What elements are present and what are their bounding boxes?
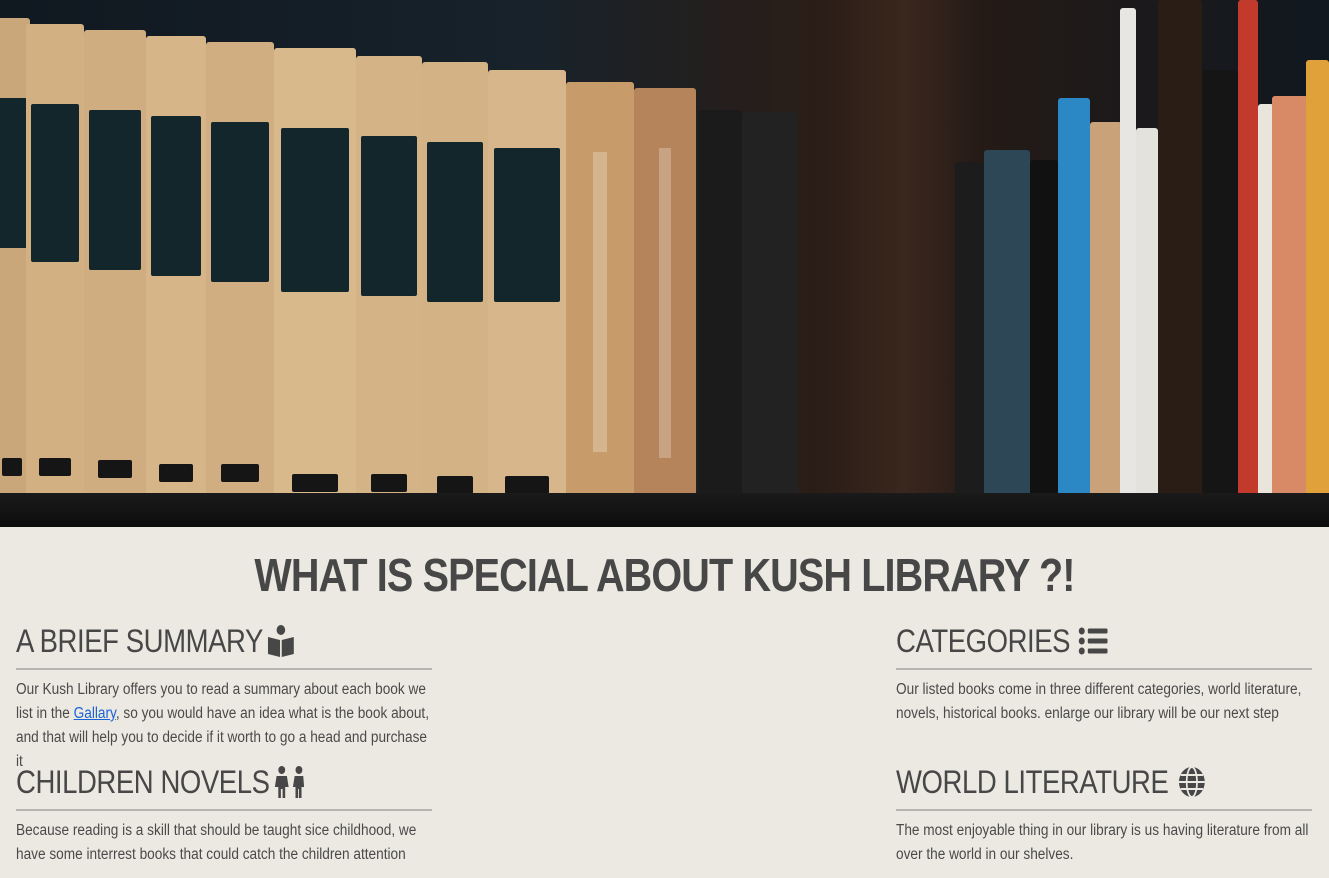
- globe-icon: [1177, 765, 1206, 799]
- book-spine: [634, 88, 696, 527]
- book-spine: [26, 24, 84, 496]
- world-text: The most enjoyable thing in our library …: [896, 822, 1309, 863]
- list-icon: [1079, 626, 1108, 656]
- book-spine: [1058, 98, 1090, 527]
- book-spine: [356, 56, 422, 508]
- world-literature-section: WORLD LITERATURE The most enjoyable thin…: [896, 761, 1312, 867]
- divider: [16, 809, 432, 811]
- hero-bookshelf-image: [0, 0, 1329, 527]
- children-text: Because reading is a skill that should b…: [16, 822, 417, 863]
- gallery-link[interactable]: Gallary: [74, 705, 116, 722]
- children-section: CHILDREN NOVELS Because reading is a ski…: [16, 761, 432, 867]
- book-spine: [422, 62, 488, 510]
- book-spine: [742, 112, 798, 527]
- book-spine: [566, 82, 634, 527]
- book-spine: [1272, 96, 1308, 527]
- children-title: CHILDREN NOVELS: [16, 763, 270, 800]
- book-spine: [1238, 0, 1258, 527]
- book-spine: [488, 70, 566, 514]
- book-spine: [984, 150, 1030, 527]
- summary-text: Our Kush Library offers you to read a su…: [16, 678, 431, 774]
- page-title: WHAT IS SPECIAL ABOUT KUSH LIBRARY ?!: [254, 549, 1075, 601]
- book-reader-icon: [266, 624, 295, 658]
- book-spine: [274, 48, 356, 508]
- book-spine: [1090, 122, 1122, 527]
- world-title: WORLD LITERATURE: [896, 763, 1169, 800]
- summary-heading: A BRIEF SUMMARY: [16, 620, 374, 662]
- categories-heading: CATEGORIES: [896, 620, 1254, 662]
- book-spine: [146, 36, 206, 498]
- book-spine: [698, 110, 742, 527]
- children-icon: [273, 765, 307, 799]
- divider: [896, 668, 1312, 670]
- children-heading: CHILDREN NOVELS: [16, 761, 374, 803]
- book-spine: [206, 42, 274, 500]
- divider: [16, 668, 432, 670]
- book-spine: [1030, 160, 1058, 527]
- book-spine: [1120, 8, 1136, 527]
- book-spine: [84, 30, 146, 498]
- categories-section: CATEGORIES Our listed books come in thre…: [896, 620, 1312, 726]
- book-spine: [1202, 70, 1238, 527]
- summary-section: A BRIEF SUMMARY Our Kush Library offers …: [16, 620, 432, 774]
- book-spine: [1306, 60, 1329, 527]
- summary-title: A BRIEF SUMMARY: [16, 622, 263, 659]
- book-spine: [1158, 0, 1202, 527]
- book-spine: [955, 162, 985, 527]
- categories-text: Our listed books come in three different…: [896, 681, 1302, 722]
- book-spine: [1136, 128, 1158, 527]
- divider: [896, 809, 1312, 811]
- categories-title: CATEGORIES: [896, 622, 1071, 659]
- world-heading: WORLD LITERATURE: [896, 761, 1254, 803]
- shelf: [0, 493, 1329, 527]
